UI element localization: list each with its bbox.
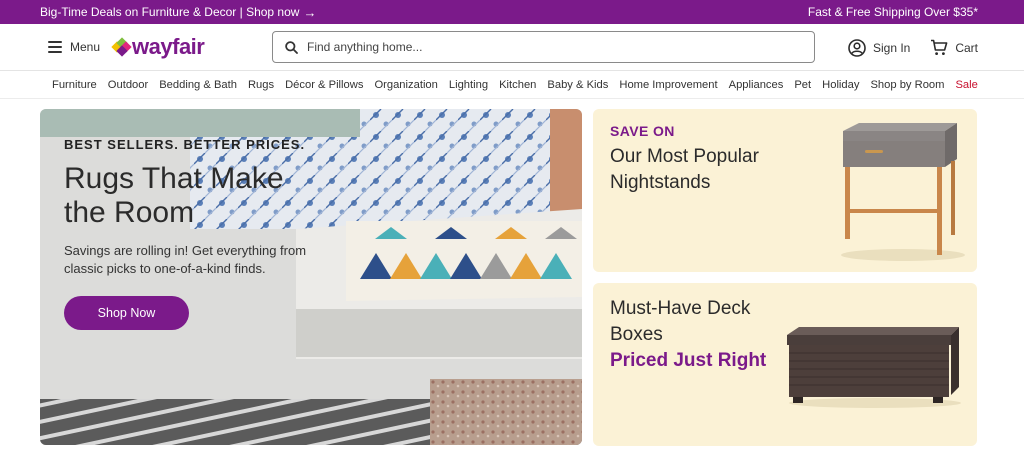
nav-item-shop-by-room[interactable]: Shop by Room	[870, 79, 944, 91]
nav-item-appliances[interactable]: Appliances	[729, 79, 784, 91]
nightstands-text: SAVE ON Our Most Popular Nightstands	[610, 123, 800, 196]
nightstands-title: Our Most Popular Nightstands	[610, 146, 759, 193]
deck-boxes-text: Must-Have Deck Boxes Priced Just Right	[610, 296, 800, 374]
nav-item-sale[interactable]: Sale	[955, 79, 977, 91]
promo-card-deck-boxes[interactable]: Must-Have Deck Boxes Priced Just Right	[593, 283, 977, 446]
nav-item-furniture[interactable]: Furniture	[52, 79, 97, 91]
sign-in-label: Sign In	[872, 40, 911, 55]
nav-item-organization[interactable]: Organization	[374, 79, 437, 91]
menu-label: Menu	[70, 40, 101, 54]
site-header: Menu wayfair Sign In	[0, 24, 1024, 71]
sign-in-button[interactable]: Sign In	[848, 38, 911, 57]
wayfair-logo-mark-icon	[111, 36, 132, 57]
promo-shipping-text: Fast & Free Shipping Over $35*	[807, 5, 978, 19]
nav-item-kitchen[interactable]: Kitchen	[499, 79, 536, 91]
cart-label: Cart	[955, 40, 978, 55]
search-input[interactable]	[307, 40, 787, 54]
nav-item-bedding-bath[interactable]: Bedding & Bath	[159, 79, 237, 91]
hero-title: Rugs That Make the Room	[64, 162, 284, 229]
category-nav: Furniture Outdoor Bedding & Bath Rugs Dé…	[0, 71, 1024, 99]
nightstands-eyebrow: SAVE ON	[610, 123, 675, 139]
account-icon	[848, 38, 866, 57]
hamburger-icon	[48, 41, 62, 53]
deck-box-image	[787, 327, 961, 408]
hero-banner[interactable]: BEST SELLERS. BETTER PRICES. Rugs That M…	[40, 109, 582, 445]
nav-item-decor-pillows[interactable]: Décor & Pillows	[285, 79, 363, 91]
nav-item-pet[interactable]: Pet	[794, 79, 811, 91]
nav-item-baby-kids[interactable]: Baby & Kids	[547, 79, 608, 91]
hero-subtitle: Savings are rolling in! Get everything f…	[64, 243, 307, 276]
arrow-right-icon: →	[303, 4, 317, 20]
cart-button[interactable]: Cart	[930, 39, 978, 56]
promo-deals-link[interactable]: Big-Time Deals on Furniture & Decor | Sh…	[40, 5, 316, 20]
nav-item-lighting[interactable]: Lighting	[449, 79, 488, 91]
nav-item-home-improvement[interactable]: Home Improvement	[619, 79, 717, 91]
nav-item-holiday[interactable]: Holiday	[822, 79, 859, 91]
search-box[interactable]	[272, 31, 815, 63]
search-icon	[285, 40, 298, 54]
cart-icon	[931, 39, 948, 55]
nav-item-outdoor[interactable]: Outdoor	[108, 79, 148, 91]
hero-eyebrow: BEST SELLERS. BETTER PRICES.	[64, 137, 306, 152]
deck-boxes-title: Must-Have Deck Boxes	[610, 298, 751, 345]
menu-button[interactable]: Menu	[48, 40, 100, 54]
nightstand-image	[841, 123, 965, 261]
nav-item-rugs[interactable]: Rugs	[248, 79, 274, 91]
header-actions: Sign In Cart	[848, 24, 978, 71]
wayfair-logo[interactable]: wayfair	[111, 34, 205, 59]
promo-card-nightstands[interactable]: SAVE ON Our Most Popular Nightstands	[593, 109, 977, 272]
deck-boxes-accent: Priced Just Right	[610, 350, 767, 371]
logo-wordmark: wayfair	[132, 34, 205, 59]
promo-deals-text: Big-Time Deals on Furniture & Decor | Sh…	[40, 5, 300, 19]
hero-content: BEST SELLERS. BETTER PRICES. Rugs That M…	[64, 137, 344, 330]
promo-bar: Big-Time Deals on Furniture & Decor | Sh…	[0, 0, 1024, 24]
shop-now-button[interactable]: Shop Now	[64, 296, 189, 330]
